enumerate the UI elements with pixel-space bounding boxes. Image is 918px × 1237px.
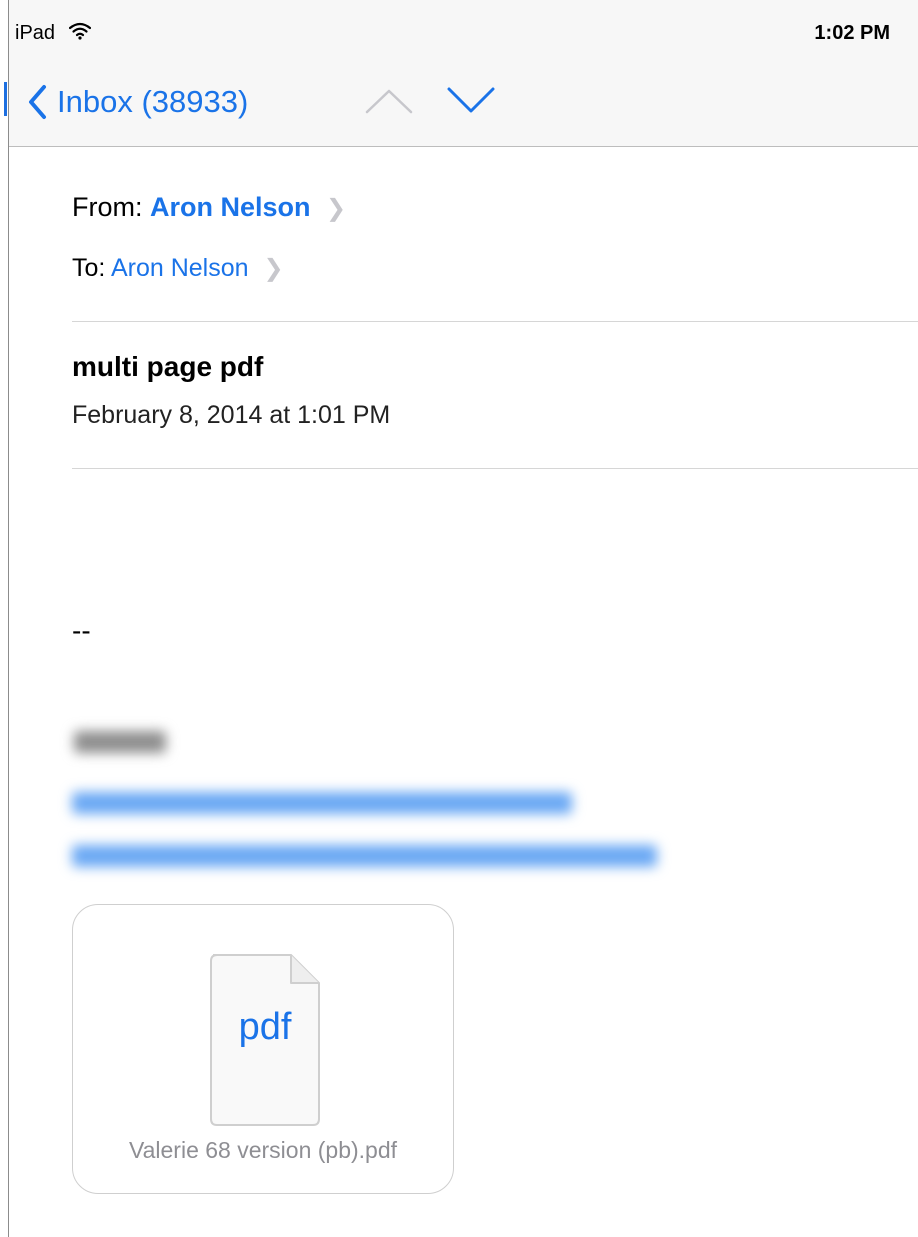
wifi-icon (69, 22, 91, 40)
back-button-label: Inbox (38933) (57, 84, 249, 119)
status-bar: iPad 1:02 PM (9, 0, 918, 62)
chevron-right-icon: ❯ (263, 255, 284, 282)
window-edge-marker (4, 82, 7, 116)
file-extension-label: pdf (238, 1006, 292, 1048)
signature-separator: -- (72, 615, 91, 646)
from-row: From: Aron Nelson ❯ (72, 190, 346, 226)
window-left-edge (8, 0, 9, 1237)
from-contact-link[interactable]: Aron Nelson (150, 192, 311, 222)
redacted-signature-link[interactable] (72, 792, 572, 814)
message-subject: multi page pdf (72, 351, 264, 382)
to-row: To: Aron Nelson ❯ (72, 251, 284, 286)
subject-divider (72, 468, 918, 469)
redacted-signature-name (74, 731, 166, 753)
header-divider (72, 321, 918, 322)
to-contact-link[interactable]: Aron Nelson (111, 254, 249, 282)
next-message-button[interactable] (447, 86, 495, 114)
attachment-filename: Valerie 68 version (pb).pdf (128, 1137, 398, 1163)
back-to-inbox-button[interactable]: Inbox (38933) (27, 82, 248, 122)
chevron-right-icon: ❯ (326, 195, 347, 222)
carrier-label: iPad (15, 22, 56, 44)
navigation-bar: Inbox (38933) (9, 62, 918, 147)
previous-message-button[interactable] (365, 88, 413, 114)
pdf-attachment[interactable]: pdf Valerie 68 version (pb).pdf (72, 904, 454, 1194)
message-date: February 8, 2014 at 1:01 PM (72, 401, 391, 429)
redacted-signature-link[interactable] (72, 845, 657, 867)
from-label: From: (72, 192, 143, 222)
chevron-left-icon (29, 85, 46, 119)
clock: 1:02 PM (814, 22, 890, 44)
to-label: To: (72, 254, 106, 282)
